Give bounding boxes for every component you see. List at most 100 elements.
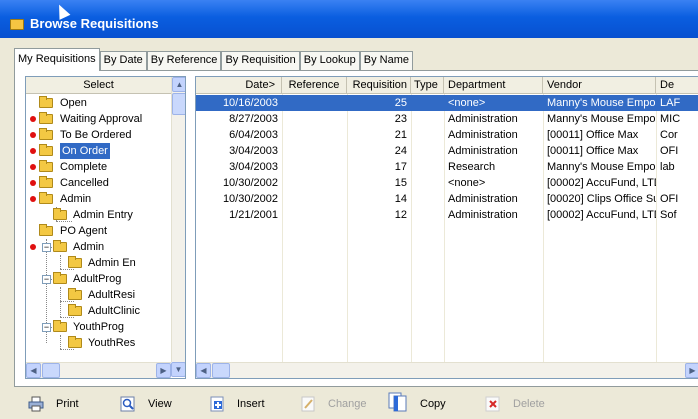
tree-item[interactable]: Open xyxy=(26,95,171,111)
cell-department: Administration xyxy=(448,193,518,205)
tree-item[interactable]: AdultResi xyxy=(26,287,171,303)
column-date[interactable]: Date> xyxy=(196,77,282,94)
cell-reference xyxy=(282,95,347,111)
cell-type xyxy=(411,191,444,207)
cell-requisition: 17 xyxy=(394,161,407,173)
folder-icon xyxy=(39,176,53,188)
scroll-left-icon[interactable]: ◀ xyxy=(196,363,211,378)
column-description[interactable]: De xyxy=(656,77,698,94)
tree-item[interactable]: − AdultProg xyxy=(26,271,171,287)
table-row[interactable]: 3/04/2003 24 Administration [00011] Office … xyxy=(196,143,698,159)
cell-date: 10/30/2002 xyxy=(222,193,278,205)
tree-item[interactable]: Admin En xyxy=(26,255,171,271)
folder-icon xyxy=(39,192,53,204)
status-dot-icon xyxy=(30,196,36,202)
delete-button[interactable]: Delete xyxy=(485,395,545,413)
scroll-left-icon[interactable]: ◀ xyxy=(26,363,41,378)
folder-icon xyxy=(39,128,53,140)
scroll-right-icon[interactable]: ▶ xyxy=(685,363,698,378)
cell-requisition: 14 xyxy=(394,193,407,205)
change-button[interactable]: Change xyxy=(300,395,367,413)
tree-item-label: Cancelled xyxy=(60,177,109,189)
folder-icon xyxy=(10,19,24,30)
tree-item[interactable]: Waiting Approval xyxy=(26,111,171,127)
cell-reference xyxy=(282,207,347,223)
cell-desc: Sof xyxy=(660,209,677,221)
cell-desc: OFI xyxy=(660,193,679,205)
table-row[interactable]: 10/30/2002 15 <none> [00002] AccuFund, LTD. xyxy=(196,175,698,191)
folder-icon xyxy=(39,224,53,236)
folder-icon xyxy=(39,144,53,156)
status-dot-icon xyxy=(30,244,36,250)
tree-item-label: Complete xyxy=(60,161,108,173)
print-button[interactable]: Print xyxy=(28,395,79,413)
tree-item[interactable]: To Be Ordered xyxy=(26,127,171,143)
cell-type xyxy=(411,95,444,111)
cell-requisition: 21 xyxy=(394,129,407,141)
grid-horizontal-scrollbar[interactable]: ◀ ▶ xyxy=(196,362,698,378)
table-row[interactable]: 6/04/2003 21 Administration [00011] Office … xyxy=(196,127,698,143)
cell-date: 10/30/2002 xyxy=(222,177,278,189)
tree-item-label: On Order xyxy=(60,143,110,159)
folder-icon xyxy=(53,272,67,284)
title-bar[interactable]: Browse Requisitions xyxy=(0,0,698,38)
scroll-right-icon[interactable]: ▶ xyxy=(156,363,171,378)
table-row[interactable]: 10/30/2002 14 Administration [00020] Clips … xyxy=(196,191,698,207)
tab-by-date[interactable]: By Date xyxy=(99,51,147,70)
column-reference[interactable]: Reference xyxy=(282,77,347,94)
tree-item[interactable]: − YouthProg xyxy=(26,319,171,335)
scroll-thumb[interactable] xyxy=(212,363,230,378)
tree-item[interactable]: Admin Entry xyxy=(26,207,171,223)
column-vendor[interactable]: Vendor xyxy=(543,77,656,94)
tree-item[interactable]: Cancelled xyxy=(26,175,171,191)
cell-desc: lab xyxy=(660,161,675,173)
window: Browse Requisitions My Requisitions By D… xyxy=(0,0,698,419)
cell-date: 3/04/2003 xyxy=(229,145,278,157)
tree-item[interactable]: YouthRes xyxy=(26,335,171,351)
collapse-icon[interactable]: − xyxy=(42,275,51,284)
tree-item-label: AdultProg xyxy=(73,273,122,285)
tree-item[interactable]: Complete xyxy=(26,159,171,175)
table-row[interactable]: 8/27/2003 23 Administration Manny's Mouse E… xyxy=(196,111,698,127)
scroll-up-icon[interactable]: ▲ xyxy=(172,77,185,92)
tree-item[interactable]: Admin xyxy=(26,191,171,207)
column-department[interactable]: Department xyxy=(444,77,543,94)
tree-item[interactable]: AdultClinic xyxy=(26,303,171,319)
folder-icon xyxy=(39,112,53,124)
cell-reference xyxy=(282,175,347,191)
tab-by-requisition[interactable]: By Requisition xyxy=(221,51,300,70)
tab-my-requisitions[interactable]: My Requisitions xyxy=(14,48,100,71)
collapse-icon[interactable]: − xyxy=(42,323,51,332)
column-type[interactable]: Type xyxy=(411,77,444,94)
table-row[interactable]: 3/04/2003 17 Research Manny's Mouse Emporiu… xyxy=(196,159,698,175)
tree-vertical-scrollbar[interactable]: ▲ xyxy=(171,77,185,362)
folder-icon xyxy=(68,304,82,316)
scroll-down-icon[interactable]: ▼ xyxy=(171,362,185,377)
cell-department: Administration xyxy=(448,129,518,141)
column-requisition[interactable]: Requisition xyxy=(347,77,411,94)
tab-by-name[interactable]: By Name xyxy=(359,51,413,70)
tab-by-reference[interactable]: By Reference xyxy=(146,51,222,70)
cell-desc: Cor xyxy=(660,129,678,141)
collapse-icon[interactable]: − xyxy=(42,243,51,252)
view-button[interactable]: View xyxy=(120,395,172,413)
tree-item-label: YouthRes xyxy=(88,337,136,349)
tree-header[interactable]: Select xyxy=(26,77,171,94)
table-row[interactable]: 10/16/2003 25 <none> Manny's Mouse Emporium… xyxy=(196,95,698,111)
status-dot-icon xyxy=(30,164,36,170)
magnifier-icon xyxy=(120,396,136,412)
tree-item[interactable]: On Order xyxy=(26,143,171,159)
copy-button[interactable]: Copy xyxy=(388,392,446,413)
insert-button[interactable]: Insert xyxy=(209,395,265,413)
table-row[interactable]: 1/21/2001 12 Administration [00002] AccuFun… xyxy=(196,207,698,223)
tree-item[interactable]: − Admin xyxy=(26,239,171,255)
tree-item[interactable]: PO Agent xyxy=(26,223,171,239)
cell-type xyxy=(411,159,444,175)
folder-icon xyxy=(53,240,67,252)
tab-by-lookup[interactable]: By Lookup xyxy=(299,51,360,70)
tree-horizontal-scrollbar[interactable]: ◀ ▶ xyxy=(26,362,171,378)
scroll-thumb[interactable] xyxy=(42,363,60,378)
scroll-thumb[interactable] xyxy=(172,93,185,115)
folder-icon xyxy=(39,96,53,108)
cell-reference xyxy=(282,159,347,175)
